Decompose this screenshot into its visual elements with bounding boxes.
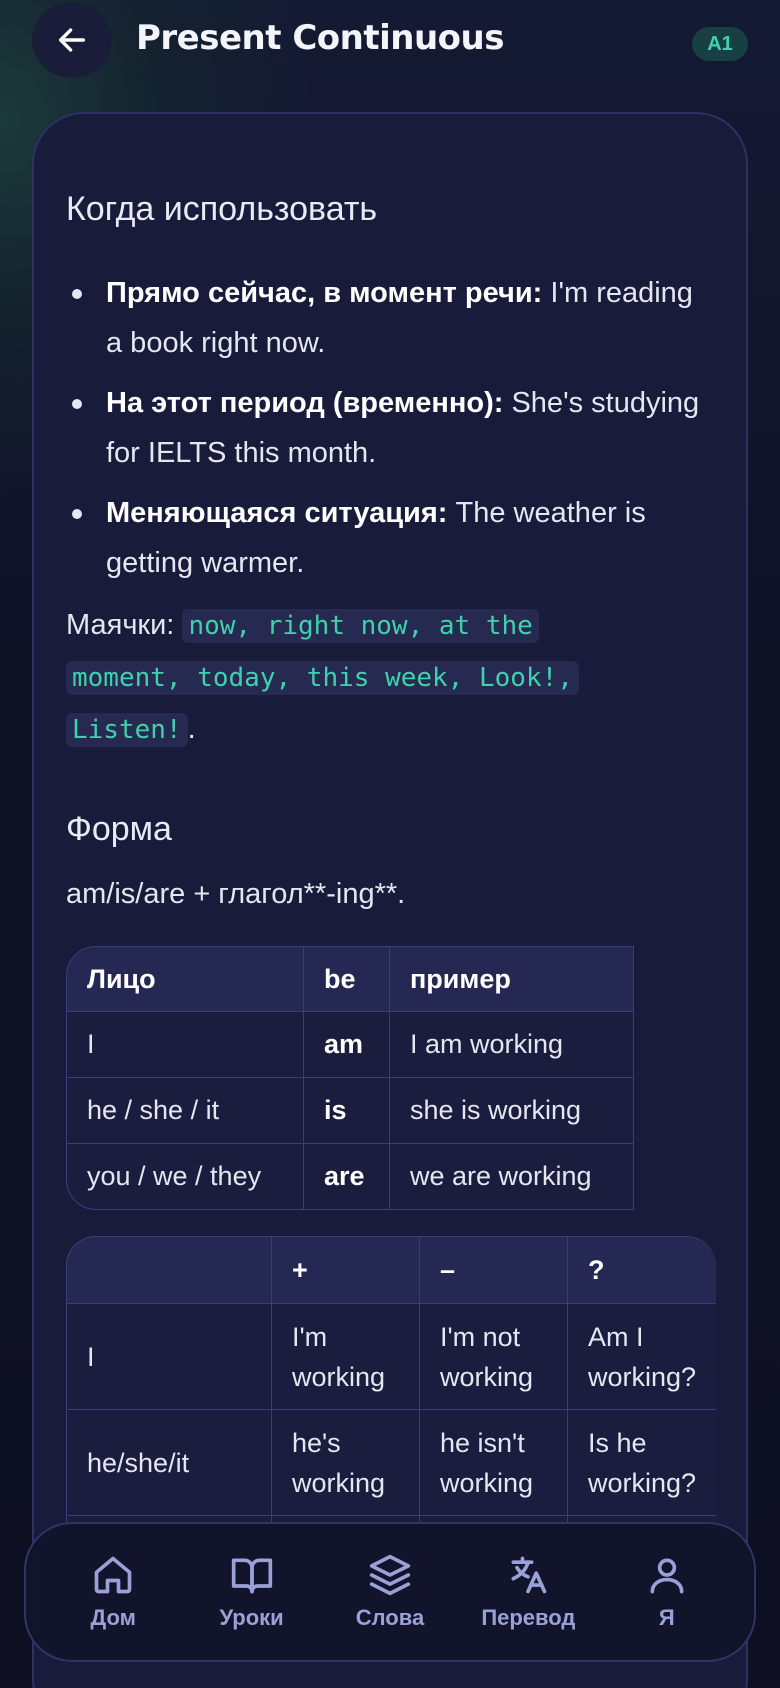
usage-bold: Меняющаяся ситуация: xyxy=(106,497,448,529)
table-header-row: + – ? xyxy=(66,1236,717,1304)
form-formula: am/is/are + глагол**-ing**. xyxy=(66,878,406,910)
back-button[interactable] xyxy=(32,2,112,78)
table-cell: he / she / it xyxy=(66,1078,304,1144)
table-cell: he's working xyxy=(272,1410,420,1516)
table-cell: is xyxy=(304,1078,390,1144)
table-cell: am xyxy=(304,1012,390,1078)
top-bar: Present Continuous A1 xyxy=(0,0,780,84)
table-cell: I'm working xyxy=(272,1304,420,1410)
page-title: Present Continuous xyxy=(136,18,504,58)
usage-heading: Когда использовать xyxy=(66,190,378,228)
nav-item-home[interactable]: Дом xyxy=(48,1553,178,1631)
nav-label: Слова xyxy=(355,1605,425,1630)
usage-bold: На этот период (временно): xyxy=(106,387,504,419)
usage-bold: Прямо сейчас, в момент речи: xyxy=(106,277,543,309)
table-cell: I'm not working xyxy=(420,1304,568,1410)
arrow-left-icon xyxy=(58,28,86,52)
table-header xyxy=(66,1236,272,1304)
table-cell: we are working xyxy=(390,1144,634,1210)
table-header: + xyxy=(272,1236,420,1304)
table-header: Лицо xyxy=(66,946,304,1012)
table-cell: I am working xyxy=(390,1012,634,1078)
table-header-row: Лицо be пример xyxy=(66,946,634,1012)
nav-label: Я xyxy=(658,1605,675,1630)
table-cell: you / we / they xyxy=(66,1144,304,1210)
table-cell: are xyxy=(304,1144,390,1210)
table-header: – xyxy=(420,1236,568,1304)
table-cell: he isn't working xyxy=(420,1410,568,1516)
table-cell: he/she/it xyxy=(66,1410,272,1516)
nav-item-words[interactable]: Слова xyxy=(325,1553,455,1631)
table-header: be xyxy=(304,946,390,1012)
table-row: he/she/it he's working he isn't working … xyxy=(66,1410,717,1516)
nav-item-translate[interactable]: Перевод xyxy=(463,1553,593,1631)
table-cell: she is working xyxy=(390,1078,634,1144)
table-header: пример xyxy=(390,946,634,1012)
nav-label: Уроки xyxy=(219,1605,284,1630)
signal-words: Маячки: now, right now, at the moment, t… xyxy=(66,600,626,756)
bottom-nav: Дом Уроки Слова Перевод Я xyxy=(24,1522,756,1662)
book-icon xyxy=(231,1558,272,1594)
user-icon xyxy=(650,1558,684,1594)
table-cell: Am I working? xyxy=(568,1304,717,1410)
list-item: На этот период (временно): She's studyin… xyxy=(66,378,716,478)
signal-words-end: . xyxy=(187,713,196,745)
table-cell: Is he working? xyxy=(568,1410,717,1516)
table-cell: I xyxy=(66,1012,304,1078)
nav-label: Дом xyxy=(90,1605,136,1630)
level-badge: A1 xyxy=(692,27,748,61)
translate-icon xyxy=(511,1556,547,1594)
table-row: he / she / it is she is working xyxy=(66,1078,634,1144)
lesson-screen: Present Continuous A1 Когда использовать… xyxy=(0,0,780,1688)
table-row: I I'm working I'm not working Am I worki… xyxy=(66,1304,717,1410)
layers-icon xyxy=(369,1554,411,1596)
nav-item-lessons[interactable]: Уроки xyxy=(187,1553,317,1631)
nav-item-profile[interactable]: Я xyxy=(602,1553,732,1631)
form-heading: Форма xyxy=(66,810,172,848)
signal-words-label: Маячки: xyxy=(66,609,175,641)
list-item: Прямо сейчас, в момент речи: I'm reading… xyxy=(66,268,716,368)
usage-list: Прямо сейчас, в момент речи: I'm reading… xyxy=(66,268,716,598)
nav-label: Перевод xyxy=(481,1605,576,1630)
home-icon xyxy=(94,1556,132,1594)
table-cell: I xyxy=(66,1304,272,1410)
table-header: ? xyxy=(568,1236,717,1304)
be-table: Лицо be пример I am I am working he / sh… xyxy=(66,946,634,1210)
table-row: you / we / they are we are working xyxy=(66,1144,634,1210)
table-row: I am I am working xyxy=(66,1012,634,1078)
list-item: Меняющаяся ситуация: The weather is gett… xyxy=(66,488,716,588)
